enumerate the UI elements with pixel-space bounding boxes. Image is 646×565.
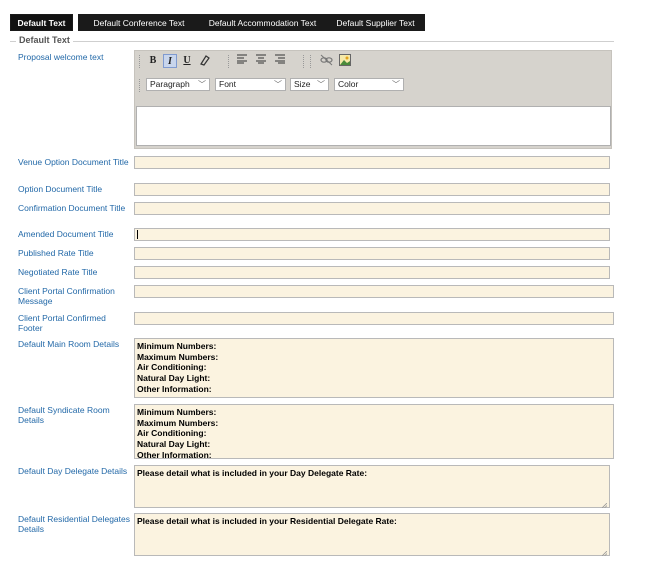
- toolbar-separator: [303, 55, 305, 68]
- main-room-label: Default Main Room Details: [18, 339, 120, 349]
- proposal-welcome-label: Proposal welcome text: [18, 52, 104, 62]
- toolbar-grip: [139, 55, 141, 68]
- negotiated-rate-label: Negotiated Rate Title: [18, 267, 98, 277]
- room-line: Maximum Numbers:: [137, 351, 219, 362]
- paragraph-format-select[interactable]: Paragraph ﹀: [146, 78, 210, 91]
- amended-title-input[interactable]: [134, 228, 610, 241]
- room-line: Other Information:: [137, 383, 212, 394]
- residential-label: Default Residential Delegates Details: [18, 514, 130, 534]
- align-left-icon[interactable]: [235, 54, 249, 68]
- syndicate-room-label: Default Syndicate Room Details: [18, 405, 110, 425]
- size-select[interactable]: Size ﹀: [290, 78, 329, 91]
- room-line: Maximum Numbers:: [137, 417, 219, 428]
- client-portal-confirmation-input[interactable]: [134, 285, 614, 298]
- font-label: Font: [219, 79, 237, 89]
- published-rate-label: Published Rate Title: [18, 248, 94, 258]
- room-line: Natural Day Light:: [137, 439, 211, 450]
- eraser-icon[interactable]: [197, 54, 211, 68]
- color-select[interactable]: Color ﹀: [334, 78, 404, 91]
- fieldset-legend: Default Text: [16, 35, 73, 45]
- chevron-down-icon: ﹀: [317, 80, 325, 89]
- chevron-down-icon: ﹀: [274, 80, 282, 89]
- room-line: Air Conditioning:: [137, 362, 207, 373]
- underline-button[interactable]: U: [180, 54, 194, 68]
- chevron-down-icon: ﹀: [198, 80, 206, 89]
- tab-default-conference-text[interactable]: Default Conference Text: [78, 14, 200, 31]
- bold-button[interactable]: B: [146, 54, 160, 68]
- amended-title-label: Amended Document Title: [18, 229, 114, 239]
- fieldset-border: [10, 41, 614, 42]
- link-icon[interactable]: [319, 54, 333, 68]
- residential-textarea[interactable]: Please detail what is included in your R…: [134, 513, 610, 557]
- paragraph-label: Paragraph: [150, 79, 190, 89]
- italic-button[interactable]: I: [163, 54, 177, 68]
- toolbar-grip: [139, 79, 141, 92]
- venue-option-title-input[interactable]: [134, 156, 610, 169]
- syndicate-room-textarea[interactable]: Minimum Numbers: Maximum Numbers: Air Co…: [134, 404, 614, 460]
- toolbar-separator: [310, 55, 312, 68]
- day-delegate-textarea[interactable]: Please detail what is included in your D…: [134, 465, 610, 509]
- day-delegate-label: Default Day Delegate Details: [18, 466, 128, 476]
- size-label: Size: [294, 79, 311, 89]
- client-portal-footer-input[interactable]: [134, 312, 614, 325]
- chevron-down-icon: ﹀: [392, 80, 400, 89]
- confirmation-title-label: Confirmation Document Title: [18, 203, 126, 213]
- room-line: Other Information:: [137, 449, 212, 460]
- image-icon[interactable]: [338, 54, 352, 68]
- main-room-textarea[interactable]: Minimum Numbers: Maximum Numbers: Air Co…: [134, 338, 614, 398]
- negotiated-rate-input[interactable]: [134, 266, 610, 279]
- resize-handle-icon[interactable]: [601, 548, 608, 557]
- resize-handle-icon[interactable]: [601, 500, 608, 509]
- align-center-icon[interactable]: [254, 54, 268, 68]
- tab-default-text[interactable]: Default Text: [10, 14, 73, 31]
- residential-text: Please detail what is included in your R…: [137, 516, 397, 526]
- tab-default-accommodation-text[interactable]: Default Accommodation Text: [195, 14, 330, 31]
- tab-default-supplier-text[interactable]: Default Supplier Text: [326, 14, 425, 31]
- room-line: Minimum Numbers:: [137, 341, 217, 351]
- option-title-label: Option Document Title: [18, 184, 103, 194]
- day-delegate-text: Please detail what is included in your D…: [137, 468, 368, 478]
- font-select[interactable]: Font ﹀: [215, 78, 286, 91]
- venue-option-title-label: Venue Option Document Title: [18, 157, 129, 167]
- toolbar-separator: [228, 55, 230, 68]
- room-line: Air Conditioning:: [137, 428, 207, 439]
- align-right-icon[interactable]: [273, 54, 287, 68]
- rich-text-editor: B I U Paragraph ﹀ Font ﹀ Size ﹀ Color ﹀: [134, 50, 612, 149]
- confirmation-title-input[interactable]: [134, 202, 610, 215]
- room-line: Natural Day Light:: [137, 373, 211, 384]
- client-portal-confirmation-label: Client Portal Confirmation Message: [18, 286, 115, 306]
- editor-content-area[interactable]: [136, 106, 611, 146]
- color-label: Color: [338, 79, 359, 89]
- client-portal-footer-label: Client Portal Confirmed Footer: [18, 313, 106, 333]
- published-rate-input[interactable]: [134, 247, 610, 260]
- text-caret: [137, 230, 138, 239]
- room-line: Minimum Numbers:: [137, 407, 217, 417]
- option-title-input[interactable]: [134, 183, 610, 196]
